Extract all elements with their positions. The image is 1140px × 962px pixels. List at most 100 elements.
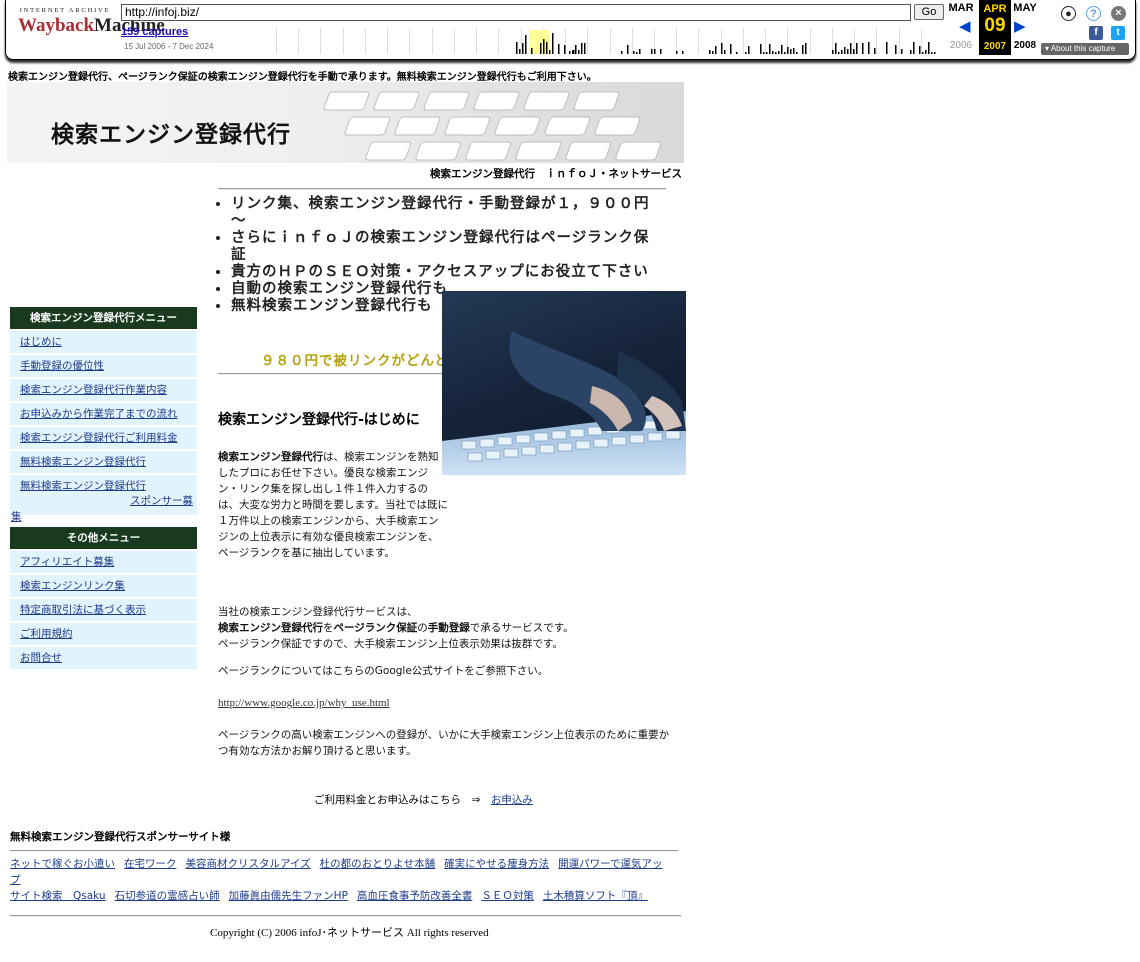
wayback-capture-sparkline[interactable] xyxy=(276,26,943,54)
sparkline-capture-bar xyxy=(775,52,777,54)
service-bold-1: 検索エンジン登録代行 xyxy=(218,622,323,634)
sponsor-links: ネットで稼ぐお小遣い 在宅ワーク 美容商材クリスタルアイズ 杜の都のおとりよせ本舗 確実… xyxy=(10,856,680,904)
sparkline-capture-bar xyxy=(516,42,518,54)
sparkline-capture-bar xyxy=(736,52,738,54)
sparkline-capture-bar xyxy=(931,52,933,54)
typing-hands-illustration xyxy=(442,331,686,475)
sparkline-capture-bar xyxy=(745,52,747,54)
wayback-current-year: 2007 xyxy=(983,41,1007,52)
menu-item-work[interactable]: 検索エンジン登録代行作業内容 xyxy=(10,379,197,401)
close-icon[interactable]: × xyxy=(1111,6,1126,21)
sponsor-link[interactable]: サイト検索 Qsaku xyxy=(10,890,106,902)
menu-item-sponsor[interactable]: 無料検索エンジン登録代行スポンサー募 xyxy=(10,475,197,515)
sponsor-link[interactable]: 杜の都のおとりよせ本舗 xyxy=(320,858,436,870)
header-banner: 検索エンジン登録代行 xyxy=(7,82,684,163)
divider xyxy=(10,915,681,917)
promo-text: ９８０円で被リンクがどんど xyxy=(261,353,450,369)
sponsor-title: 無料検索エンジン登録代行スポンサーサイト様 xyxy=(10,831,231,843)
menu-item-links[interactable]: 検索エンジンリンク集 xyxy=(10,575,197,597)
sponsor-link[interactable]: 美容商材クリスタルアイズ xyxy=(186,858,311,870)
apply-link[interactable]: お申込み xyxy=(491,794,533,806)
sparkline-capture-bar xyxy=(715,46,717,54)
sparkline-capture-bar xyxy=(781,45,783,54)
sparkline-capture-bar xyxy=(787,47,789,54)
sparkline-capture-bar xyxy=(540,43,542,54)
sparkline-capture-bar xyxy=(835,43,837,54)
facebook-icon[interactable]: f xyxy=(1089,26,1103,40)
section-title: 検索エンジン登録代行-はじめに xyxy=(218,412,420,428)
banner-title: 検索エンジン登録代行 xyxy=(51,122,291,148)
feature-item: 貴方のＨＰのＳＥＯ対策・アクセスアップにお役立て下さい xyxy=(231,264,657,281)
feature-item: リンク集、検索エンジン登録代行・手動登録が１，９００円～ xyxy=(231,196,657,230)
keyboard-image xyxy=(323,91,662,161)
sparkline-capture-bar xyxy=(682,51,684,54)
sponsor-link[interactable]: ネットで稼ぐお小遣い xyxy=(10,858,115,870)
sparkline-capture-bar xyxy=(874,48,876,54)
sparkline-capture-bar xyxy=(934,52,936,54)
menu-item-sponsor-line2: スポンサー募 xyxy=(130,495,193,507)
sparkline-capture-bar xyxy=(578,50,580,54)
sparkline-capture-bar xyxy=(802,45,804,54)
wayback-url-input[interactable]: http://infoj.biz/ xyxy=(121,4,911,21)
menu-item-contact[interactable]: お問合せ xyxy=(10,647,197,669)
wayback-next-arrow-icon[interactable]: ▶ xyxy=(1014,17,1026,35)
sparkline-capture-bar xyxy=(676,51,678,54)
menu-item-affiliate[interactable]: アフィリエイト募集 xyxy=(10,551,197,573)
menu-item-advantage[interactable]: 手動登録の優位性 xyxy=(10,355,197,377)
wayback-about-capture[interactable]: ▾ About this capture xyxy=(1041,43,1129,55)
sparkline-capture-bar xyxy=(569,51,571,54)
sparkline-capture-bar xyxy=(793,48,795,54)
sparkline-capture-bar xyxy=(928,42,930,54)
menu-item-flow[interactable]: お申込みから作業完了までの流れ xyxy=(10,403,197,425)
sparkline-capture-bar xyxy=(651,49,653,54)
wayback-next-month[interactable]: MAY xyxy=(1009,2,1041,14)
sparkline-capture-bar xyxy=(796,52,798,54)
sponsor-link[interactable]: 確実にやせる痩身方法 xyxy=(444,858,549,870)
menu-item-sponsor-line1: 無料検索エンジン登録代行 xyxy=(20,480,146,492)
service-bold-5: 手動登録 xyxy=(427,622,470,634)
wayback-next-year[interactable]: 2008 xyxy=(1009,40,1041,51)
sparkline-capture-bar xyxy=(724,52,726,54)
site-name: 検索エンジン登録代行 ｉｎｆｏＪ・ネットサービス xyxy=(430,168,682,180)
sparkline-capture-bar xyxy=(531,48,533,54)
sparkline-capture-bar xyxy=(850,43,852,54)
wayback-captures-link[interactable]: 159 captures xyxy=(121,26,188,38)
menu-item-free[interactable]: 無料検索エンジン登録代行 xyxy=(10,451,197,473)
sponsor-link[interactable]: 土木積算ソフト『頂』 xyxy=(543,890,648,902)
copyright: Copyright (C) 2006 infoJ･ネットサービス All rig… xyxy=(210,927,489,939)
sponsor-link[interactable]: 加藤眞由儒先生ファンHP xyxy=(229,890,348,902)
sponsor-link[interactable]: ＳＥＯ対策 xyxy=(481,890,534,902)
wayback-logo-wordmark: WaybackMachine xyxy=(18,15,165,37)
service-paragraph: 当社の検索エンジン登録代行サービスは、 検索エンジン登録代行をページランク保証の… xyxy=(218,604,678,652)
sparkline-capture-bar xyxy=(844,47,846,54)
sparkline-capture-bar xyxy=(639,49,641,54)
sparkline-capture-bar xyxy=(522,43,524,54)
menu-item-sponsor-line3[interactable]: 集 xyxy=(11,509,22,524)
sparkline-capture-bar xyxy=(925,50,927,54)
sparkline-capture-bar xyxy=(633,51,635,54)
wayback-go-button[interactable]: Go xyxy=(914,4,944,20)
sponsor-link[interactable]: 石切参道の霊感占い師 xyxy=(115,890,220,902)
twitter-icon[interactable]: t xyxy=(1111,26,1125,40)
service-text-c: ページランク保証ですので、大手検索エンジン上位表示効果は抜群です。 xyxy=(218,638,563,650)
sparkline-capture-bar xyxy=(853,49,855,54)
sparkline-capture-bar xyxy=(847,49,849,54)
sponsor-link[interactable]: 在宅ワーク xyxy=(124,858,177,870)
user-icon[interactable]: ● xyxy=(1061,6,1076,21)
sparkline-capture-bar xyxy=(748,46,750,54)
sparkline-capture-bar xyxy=(763,52,765,54)
menu-item-terms[interactable]: ご利用規約 xyxy=(10,623,197,645)
importance-paragraph: ページランクの高い検索エンジンへの登録が、いかに大手検索エンジン上位表示のために… xyxy=(218,729,670,757)
wayback-logo[interactable]: INTERNET ARCHIVE WaybackMachine xyxy=(18,7,165,45)
wayback-current-capture: APR 09 2007 xyxy=(979,0,1011,55)
wayback-prev-month[interactable]: MAR xyxy=(945,2,977,14)
sponsor-link[interactable]: 高血圧食事予防改善全書 xyxy=(357,890,473,902)
wayback-prev-year[interactable]: 2006 xyxy=(945,40,977,51)
google-link[interactable]: http://www.google.co.jp/why_use.html xyxy=(218,695,390,711)
menu-item-intro[interactable]: はじめに xyxy=(10,331,197,353)
help-icon[interactable]: ? xyxy=(1086,6,1101,21)
sparkline-capture-bar xyxy=(901,49,903,54)
menu-item-legal[interactable]: 特定商取引法に基づく表示 xyxy=(10,599,197,621)
menu-item-price[interactable]: 検索エンジン登録代行ご利用料金 xyxy=(10,427,197,449)
wayback-prev-arrow-icon[interactable]: ◀ xyxy=(959,17,971,35)
